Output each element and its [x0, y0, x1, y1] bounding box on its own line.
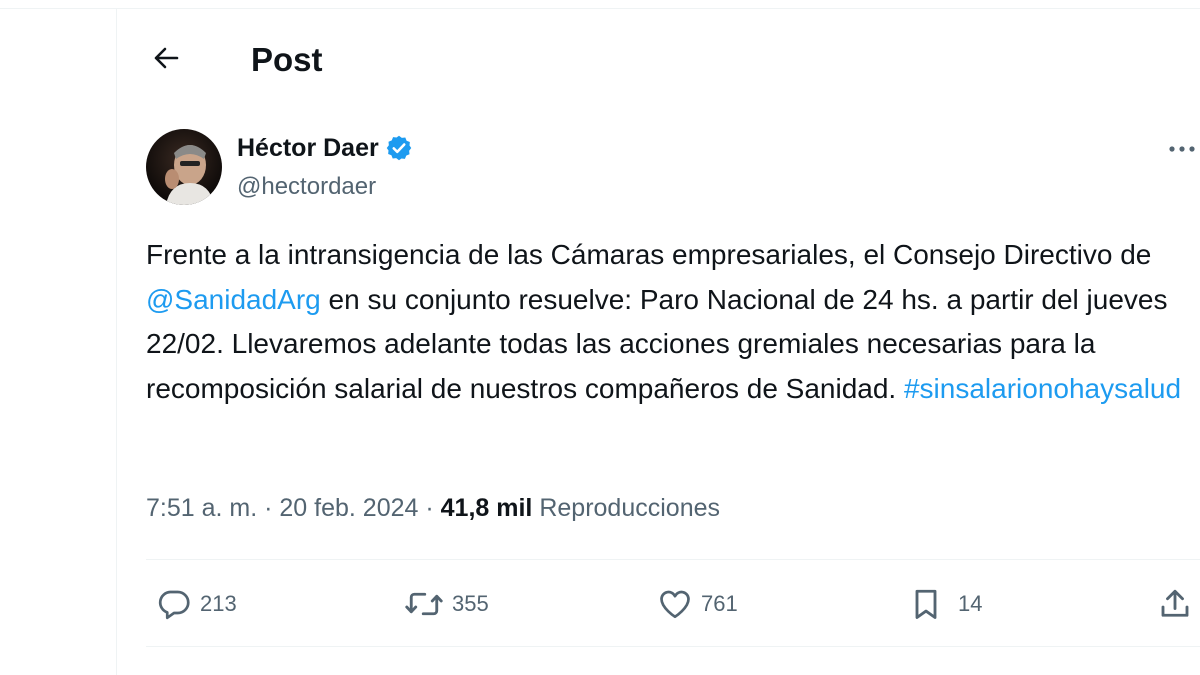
hashtag-link[interactable]: #sinsalarionohaysalud — [904, 373, 1181, 404]
meta-separator: · — [425, 494, 434, 522]
share-button[interactable] — [1156, 584, 1194, 624]
views-count[interactable]: 41,8 mil — [441, 494, 533, 522]
bookmark-count: 14 — [958, 591, 983, 616]
author-name-row: Héctor Daer — [237, 132, 413, 164]
views-label[interactable]: Reproducciones — [539, 494, 720, 522]
heart-icon — [657, 586, 693, 622]
tweet-time[interactable]: 7:51 a. m. — [146, 494, 257, 522]
more-dots-icon — [1168, 140, 1198, 158]
tweet-text: Frente a la intransigencia de las Cámara… — [146, 233, 1196, 411]
column-left-border — [116, 8, 117, 675]
avatar[interactable] — [146, 129, 222, 205]
bookmark-button[interactable]: 14 — [908, 584, 982, 624]
tweet-date[interactable]: 20 feb. 2024 — [279, 494, 418, 522]
page-title: Post — [251, 41, 323, 78]
mention-link[interactable]: @SanidadArg — [146, 284, 321, 315]
more-options-button[interactable] — [1168, 134, 1200, 164]
top-divider — [0, 8, 1200, 9]
repost-count: 355 — [452, 591, 489, 616]
reply-count: 213 — [200, 591, 237, 616]
verified-badge-icon[interactable] — [385, 134, 413, 162]
tweet-meta: 7:51 a. m. · 20 feb. 2024 · 41,8 mil Rep… — [146, 490, 720, 526]
author-name[interactable]: Héctor Daer — [237, 132, 379, 164]
repost-button[interactable]: 355 — [404, 584, 489, 624]
bookmark-icon — [908, 586, 944, 622]
meta-separator: · — [264, 494, 273, 522]
actions-top-divider — [146, 559, 1200, 560]
like-button[interactable]: 761 — [657, 584, 738, 624]
arrow-left-icon — [153, 47, 179, 74]
tweet-text-part: Frente a la intransigencia de las Cámara… — [146, 239, 1152, 270]
back-button[interactable] — [146, 40, 186, 80]
author-handle[interactable]: @hectordaer — [237, 171, 376, 203]
repost-icon — [404, 586, 444, 622]
reply-button[interactable]: 213 — [156, 584, 237, 624]
actions-bottom-divider — [146, 646, 1200, 647]
reply-icon — [156, 586, 192, 622]
share-icon — [1156, 586, 1194, 622]
like-count: 761 — [701, 591, 738, 616]
